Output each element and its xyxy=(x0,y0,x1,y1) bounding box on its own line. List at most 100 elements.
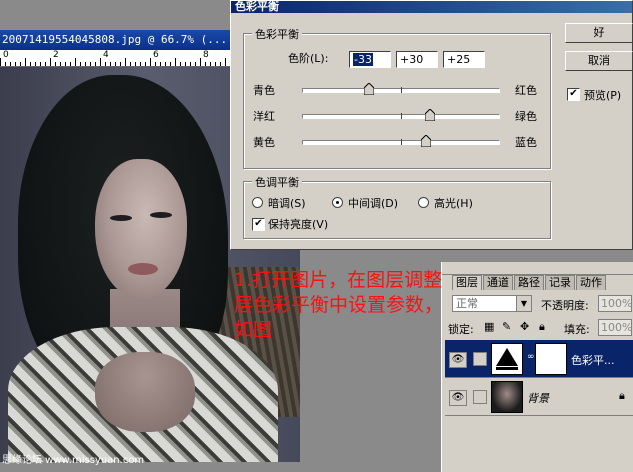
layer-mask-thumbnail[interactable] xyxy=(535,343,567,375)
ruler-tick xyxy=(0,58,1,66)
tab-layers[interactable]: 图层 xyxy=(452,275,482,290)
highlights-label[interactable]: 高光(H) xyxy=(434,195,473,211)
preserve-luminosity-label[interactable]: 保持亮度(V) xyxy=(268,216,328,232)
ruler-tick xyxy=(110,62,111,66)
midtones-radio[interactable] xyxy=(332,197,343,208)
ruler-tick xyxy=(55,62,56,66)
ruler-tick xyxy=(5,62,6,66)
ruler-tick xyxy=(60,62,61,66)
dialog-title-bar[interactable]: 色彩平衡 xyxy=(231,1,632,13)
ruler-tick xyxy=(45,62,46,66)
ruler-tick xyxy=(25,58,26,66)
ruler-tick xyxy=(220,62,221,66)
chain-icon: ∞ xyxy=(527,352,535,362)
adjustment-layer-thumbnail xyxy=(491,343,523,375)
cyan-red-slider[interactable] xyxy=(302,83,500,95)
preview-label[interactable]: 预览(P) xyxy=(584,87,621,103)
shadows-radio[interactable] xyxy=(252,197,263,208)
ruler-tick xyxy=(145,62,146,66)
ruler-number: 6 xyxy=(153,50,159,60)
slider-left-label: 洋红 xyxy=(253,110,275,123)
shadows-label[interactable]: 暗调(S) xyxy=(268,195,306,211)
panel-drag-bar[interactable] xyxy=(442,262,633,275)
ruler-tick xyxy=(95,62,96,66)
layers-panel: 图层 通道 路径 记录 动作 正常 ▼ 不透明度: 100% 锁定: ▦ ✎ ✥… xyxy=(441,262,633,472)
opacity-label: 不透明度: xyxy=(541,299,589,312)
ruler-tick xyxy=(70,62,71,66)
fill-field[interactable]: 100% xyxy=(598,319,632,336)
ruler-tick xyxy=(15,62,16,66)
ruler-tick xyxy=(190,62,191,66)
ruler-tick xyxy=(205,62,206,66)
fill-label: 填充: xyxy=(564,323,590,336)
ok-button[interactable]: 好 xyxy=(565,23,633,43)
link-icon[interactable] xyxy=(473,390,487,404)
levels-label: 色阶(L): xyxy=(288,52,329,65)
ruler-number: 2 xyxy=(53,50,59,60)
visibility-eye-icon[interactable]: 👁︎ xyxy=(449,352,467,368)
ruler-tick xyxy=(105,62,106,66)
horizontal-ruler: 0 2 4 6 8 xyxy=(0,50,245,67)
ruler-tick xyxy=(10,62,11,66)
yellow-blue-level-input[interactable]: +25 xyxy=(443,51,485,68)
tone-balance-group-label: 色调平衡 xyxy=(252,174,302,190)
slider-left-label: 青色 xyxy=(253,84,275,97)
visibility-eye-icon[interactable]: 👁︎ xyxy=(449,390,467,406)
highlights-radio[interactable] xyxy=(418,197,429,208)
document-title-bar[interactable]: 20071419554045808.jpg @ 66.7% (... xyxy=(0,30,247,50)
slider-right-label: 绿色 xyxy=(515,110,537,123)
tone-balance-group: 色调平衡 暗调(S) 中间调(D) 高光(H) ✔ 保持亮度(V) xyxy=(243,174,551,239)
preview-checkbox[interactable]: ✔ xyxy=(567,88,580,101)
layer-name[interactable]: 背景 xyxy=(527,390,549,406)
lock-brush-icon[interactable]: ✎ xyxy=(502,320,511,333)
slider-left-label: 黄色 xyxy=(253,136,275,149)
tab-paths[interactable]: 路径 xyxy=(514,275,544,290)
chevron-down-icon[interactable]: ▼ xyxy=(516,296,531,311)
slider-thumb-icon[interactable] xyxy=(363,83,374,95)
magenta-green-slider[interactable] xyxy=(302,109,500,121)
ruler-number: 0 xyxy=(3,50,9,60)
preserve-luminosity-checkbox[interactable]: ✔ xyxy=(252,218,265,231)
yellow-blue-slider[interactable] xyxy=(302,135,500,147)
layer-row-color-balance[interactable]: 👁︎ ∞ 色彩平... xyxy=(445,340,633,378)
ruler-tick xyxy=(140,62,141,66)
ruler-tick xyxy=(80,62,81,66)
cyan-red-level-input[interactable]: -33 xyxy=(349,51,391,68)
ruler-tick xyxy=(160,62,161,66)
slider-thumb-icon[interactable] xyxy=(425,109,436,121)
tab-channels[interactable]: 通道 xyxy=(483,275,513,290)
lock-label: 锁定: xyxy=(448,323,474,336)
slider-thumb-icon[interactable] xyxy=(420,135,431,147)
lock-all-icon[interactable]: 🔒︎ xyxy=(539,320,545,334)
lock-move-icon[interactable]: ✥ xyxy=(520,320,529,333)
ruler-tick xyxy=(155,62,156,66)
background-layer-thumbnail xyxy=(491,381,523,413)
lock-icon: 🔒︎ xyxy=(619,389,625,402)
ruler-tick xyxy=(170,62,171,66)
ruler-tick xyxy=(130,62,131,66)
lock-transparency-icon[interactable]: ▦ xyxy=(484,320,494,333)
tab-history[interactable]: 记录 xyxy=(545,275,575,290)
ruler-tick xyxy=(75,58,76,66)
ruler-tick xyxy=(40,62,41,66)
ruler-tick xyxy=(20,62,21,66)
layer-name[interactable]: 色彩平... xyxy=(571,352,615,368)
opacity-field[interactable]: 100% xyxy=(598,295,632,312)
ruler-tick xyxy=(30,62,31,66)
color-balance-group: 色彩平衡 色阶(L): -33 +30 +25 青色 红色 洋红 绿色 黄色 蓝… xyxy=(243,26,551,169)
layer-row-background[interactable]: 👁︎ 背景 🔒︎ xyxy=(445,378,633,416)
midtones-label[interactable]: 中间调(D) xyxy=(348,195,398,211)
ruler-tick xyxy=(125,58,126,66)
link-icon[interactable] xyxy=(473,352,487,366)
ruler-tick xyxy=(180,62,181,66)
cancel-button[interactable]: 取消 xyxy=(565,51,633,71)
magenta-green-level-input[interactable]: +30 xyxy=(396,51,438,68)
blend-mode-select[interactable]: 正常 ▼ xyxy=(452,295,532,312)
ruler-tick xyxy=(195,62,196,66)
tab-actions[interactable]: 动作 xyxy=(576,275,606,290)
ruler-tick xyxy=(200,58,201,66)
ruler-tick xyxy=(90,62,91,66)
panel-tabs: 图层 通道 路径 记录 动作 xyxy=(452,275,607,290)
slider-right-label: 蓝色 xyxy=(515,136,537,149)
watermark-text: 思缘论坛 www.missyuan.com xyxy=(2,455,145,466)
